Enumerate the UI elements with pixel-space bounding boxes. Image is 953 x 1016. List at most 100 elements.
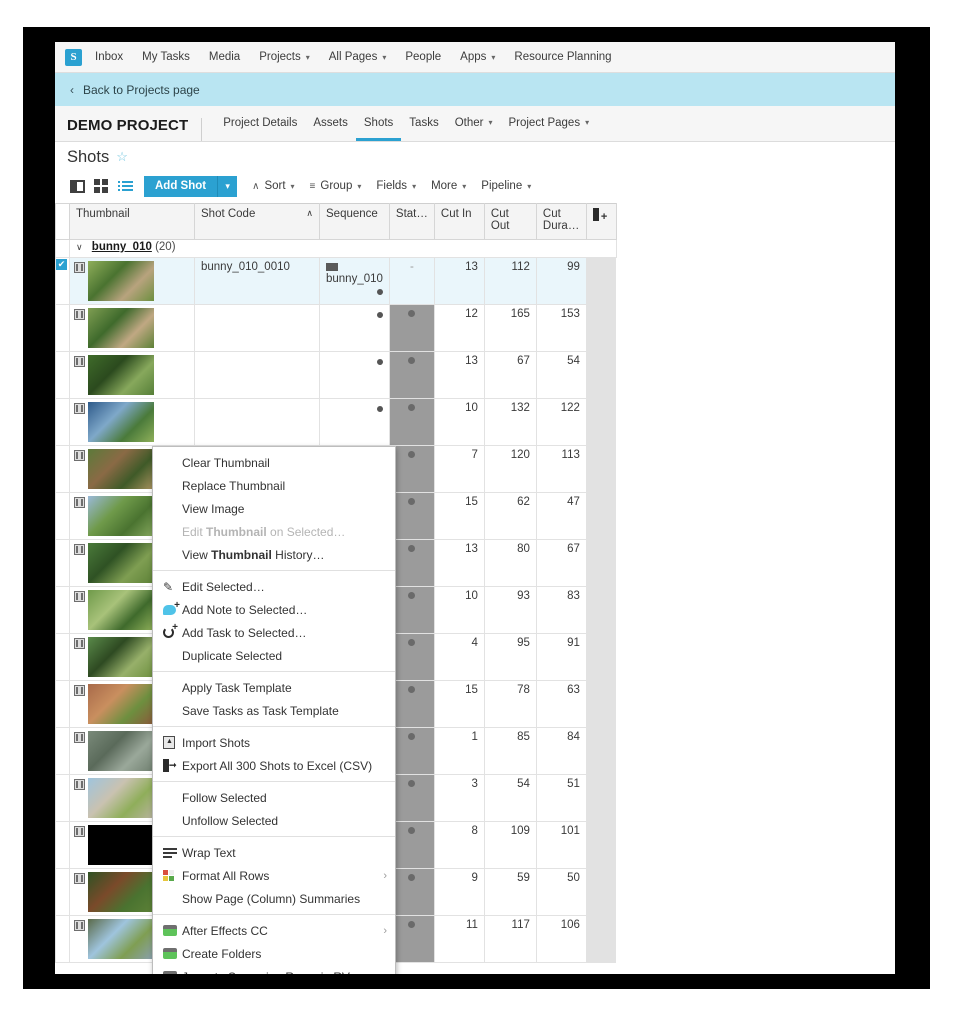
status-cell[interactable] <box>388 915 435 963</box>
menu-item-format-all-rows[interactable]: Format All Rows › <box>153 864 395 887</box>
menu-item-show-page-column-summaries[interactable]: Show Page (Column) Summaries <box>153 887 395 910</box>
cut-out-cell[interactable]: 112 <box>483 257 537 305</box>
cut-duration-cell[interactable]: 51 <box>535 774 587 822</box>
cut-duration-cell[interactable]: 91 <box>535 633 587 681</box>
status-cell[interactable] <box>388 821 435 869</box>
status-cell[interactable] <box>388 633 435 681</box>
sequence-cell[interactable] <box>319 351 390 399</box>
tab-tasks[interactable]: Tasks <box>401 117 446 142</box>
column-header-cut-duration[interactable]: Cut Dura… <box>535 203 587 240</box>
cut-duration-cell[interactable]: 106 <box>535 915 587 963</box>
menu-item-save-tasks-as-task-template[interactable]: Save Tasks as Task Template <box>153 699 395 722</box>
cut-in-cell[interactable]: 7 <box>433 445 485 493</box>
menu-item-clear-thumbnail[interactable]: Clear Thumbnail <box>153 451 395 474</box>
cut-in-cell[interactable]: 15 <box>433 680 485 728</box>
thumbnail-cell[interactable] <box>69 351 195 399</box>
nav-item-inbox[interactable]: Inbox <box>95 51 123 63</box>
row-select-cell[interactable] <box>55 539 70 587</box>
cut-duration-cell[interactable]: 99 <box>535 257 587 305</box>
status-cell[interactable] <box>388 774 435 822</box>
menu-item-edit-selected[interactable]: ✎ Edit Selected… <box>153 575 395 598</box>
table-row[interactable]: 13 67 54 <box>55 351 617 399</box>
add-shot-button[interactable]: Add Shot <box>144 175 219 197</box>
cut-out-cell[interactable]: 78 <box>483 680 537 728</box>
shot-thumbnail[interactable] <box>88 355 154 395</box>
shot-thumbnail[interactable] <box>88 637 154 677</box>
nav-item-resource-planning[interactable]: Resource Planning <box>514 51 611 63</box>
menu-item-create-folders[interactable]: Create Folders <box>153 942 395 965</box>
menu-item-view-image[interactable]: View Image <box>153 497 395 520</box>
status-cell[interactable] <box>388 492 435 540</box>
table-row[interactable]: ✔ bunny_010_0010 bunny_010-13 112 99 <box>55 257 617 305</box>
row-checkbox[interactable]: ✔ <box>56 259 67 270</box>
shot-thumbnail[interactable] <box>88 402 154 442</box>
cut-in-cell[interactable]: 1 <box>433 727 485 775</box>
shot-thumbnail[interactable] <box>88 684 154 724</box>
shot-thumbnail[interactable] <box>88 731 154 771</box>
thumbnail-cell[interactable] <box>69 398 195 446</box>
app-logo-icon[interactable]: S <box>65 48 82 66</box>
chevron-down-icon[interactable]: ∨ <box>76 242 83 252</box>
cut-out-cell[interactable]: 109 <box>483 821 537 869</box>
cut-duration-cell[interactable]: 122 <box>535 398 587 446</box>
add-column-header[interactable]: + <box>585 203 617 240</box>
status-cell[interactable] <box>388 351 435 399</box>
cut-out-cell[interactable]: 132 <box>483 398 537 446</box>
column-header-cut-in[interactable]: Cut In <box>433 203 485 240</box>
cut-in-cell[interactable]: 15 <box>433 492 485 540</box>
table-row[interactable]: 10 132 122 <box>55 398 617 446</box>
menu-item-export-all-300-shots-to-excel-csv[interactable]: ➞ Export All 300 Shots to Excel (CSV) <box>153 754 395 777</box>
row-select-cell[interactable] <box>55 304 70 352</box>
column-header-shot-code[interactable]: ∧ Shot Code <box>194 203 320 240</box>
cut-duration-cell[interactable]: 101 <box>535 821 587 869</box>
thumbnail-cell[interactable] <box>69 257 195 305</box>
cut-duration-cell[interactable]: 63 <box>535 680 587 728</box>
select-all-header[interactable] <box>55 203 70 240</box>
row-select-cell[interactable] <box>55 586 70 634</box>
cut-duration-cell[interactable]: 47 <box>535 492 587 540</box>
row-select-cell[interactable]: ✔ <box>55 257 70 305</box>
status-cell[interactable] <box>388 445 435 493</box>
status-cell[interactable] <box>388 868 435 916</box>
row-select-cell[interactable] <box>55 445 70 493</box>
column-header-thumbnail[interactable]: Thumbnail <box>69 203 195 240</box>
status-cell[interactable] <box>388 680 435 728</box>
shot-thumbnail[interactable] <box>88 919 154 959</box>
nav-item-projects[interactable]: Projects ▾ <box>259 51 310 63</box>
cut-duration-cell[interactable]: 50 <box>535 868 587 916</box>
cut-duration-cell[interactable]: 83 <box>535 586 587 634</box>
favorite-star-icon[interactable]: ☆ <box>116 149 128 165</box>
cut-in-cell[interactable]: 8 <box>433 821 485 869</box>
cut-out-cell[interactable]: 117 <box>483 915 537 963</box>
cut-out-cell[interactable]: 54 <box>483 774 537 822</box>
tab-shots[interactable]: Shots <box>355 117 402 141</box>
cut-out-cell[interactable]: 93 <box>483 586 537 634</box>
cut-in-cell[interactable]: 4 <box>433 633 485 681</box>
cut-in-cell[interactable]: 9 <box>433 868 485 916</box>
cut-out-cell[interactable]: 165 <box>483 304 537 352</box>
menu-item-import-shots[interactable]: Import Shots <box>153 731 395 754</box>
shot-thumbnail[interactable] <box>88 449 154 489</box>
tab-other[interactable]: Other ▾ <box>447 117 501 142</box>
table-row[interactable]: 12 165 153 <box>55 304 617 352</box>
cut-in-cell[interactable]: 3 <box>433 774 485 822</box>
column-header-sequence[interactable]: Sequence <box>319 203 390 240</box>
nav-item-all-pages[interactable]: All Pages ▾ <box>329 51 387 63</box>
status-cell[interactable] <box>388 727 435 775</box>
menu-item-add-task-to-selected[interactable]: Add Task to Selected… <box>153 621 395 644</box>
status-cell[interactable] <box>388 304 435 352</box>
cut-in-cell[interactable]: 13 <box>433 539 485 587</box>
cut-in-cell[interactable]: 11 <box>433 915 485 963</box>
cut-out-cell[interactable]: 62 <box>483 492 537 540</box>
sort-menu[interactable]: ∧ Sort ▾ <box>252 180 294 192</box>
row-select-cell[interactable] <box>55 774 70 822</box>
row-select-cell[interactable] <box>55 633 70 681</box>
tab-assets[interactable]: Assets <box>305 117 356 142</box>
shot-thumbnail[interactable] <box>88 308 154 348</box>
nav-item-apps[interactable]: Apps ▾ <box>460 51 495 63</box>
cut-out-cell[interactable]: 120 <box>483 445 537 493</box>
shot-thumbnail[interactable] <box>88 778 154 818</box>
shot-thumbnail[interactable] <box>88 543 154 583</box>
pipeline-menu[interactable]: Pipeline ▾ <box>481 180 531 192</box>
menu-item-jump-to-screening-room-in-rv[interactable]: Jump to Screening Room in RV <box>153 965 395 974</box>
